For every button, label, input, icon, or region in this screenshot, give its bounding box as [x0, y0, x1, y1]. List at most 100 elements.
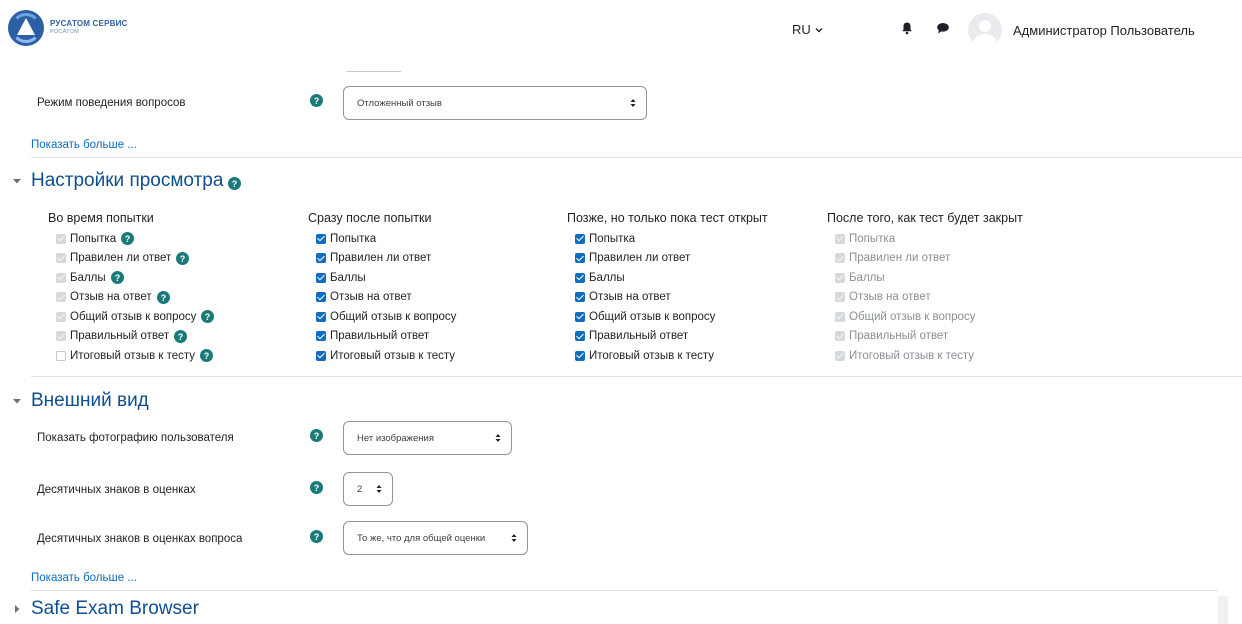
review-option: Попытка? — [56, 229, 214, 249]
chat-icon[interactable] — [936, 21, 950, 35]
review-option-label: Итоговый отзыв к тесту — [70, 349, 196, 362]
review-column: Во время попытки Попытка? Правилен ли отве… — [48, 211, 215, 366]
review-option: Итоговый отзыв к тесту? — [56, 346, 214, 366]
review-option[interactable]: Попытка — [316, 229, 456, 249]
previous-field-stub — [347, 68, 401, 72]
section-safe-exam-browser[interactable]: Safe Exam Browser — [12, 598, 199, 620]
help-icon[interactable]: ? — [310, 481, 323, 494]
checkbox[interactable] — [316, 292, 326, 303]
checkbox[interactable] — [575, 253, 585, 264]
show-photo-select[interactable]: Нет изображения — [343, 421, 512, 455]
review-option-label: Попытка — [330, 232, 377, 245]
review-option: Общий отзыв к вопросу — [835, 307, 1023, 327]
question-decimals-select[interactable]: То же, что для общей оценки — [343, 521, 528, 555]
help-icon[interactable]: ? — [174, 329, 188, 343]
divider — [31, 157, 1242, 158]
review-option[interactable]: Общий отзыв к вопросу — [316, 307, 456, 327]
review-option-label: Попытка — [849, 232, 896, 245]
caret-down-icon — [13, 179, 21, 184]
help-icon[interactable]: ? — [310, 94, 323, 107]
help-icon[interactable]: ? — [200, 349, 214, 363]
review-option-label: Правилен ли ответ — [70, 252, 172, 265]
decimals-select[interactable]: 2 — [343, 472, 393, 506]
review-option[interactable]: Попытка — [575, 229, 768, 249]
section-review-options[interactable]: Настройки просмотра ? — [12, 170, 242, 192]
help-icon[interactable]: ? — [310, 530, 323, 543]
show-more-link[interactable]: Показать больше ... — [31, 139, 137, 151]
review-option-label: Общий отзыв к вопросу — [849, 310, 976, 323]
review-option[interactable]: Правильный ответ — [575, 327, 768, 347]
divider — [31, 376, 1242, 377]
checkbox — [835, 292, 845, 303]
help-icon[interactable]: ? — [156, 290, 170, 304]
checkbox[interactable] — [316, 311, 326, 322]
checkbox[interactable] — [575, 233, 585, 244]
checkbox[interactable] — [316, 272, 326, 283]
review-option[interactable]: Итоговый отзыв к тесту — [575, 346, 768, 366]
checkbox[interactable] — [575, 350, 585, 361]
review-option-label: Баллы — [849, 271, 885, 284]
checkbox — [835, 253, 845, 264]
question-decimals-label: Десятичных знаков в оценках вопроса — [37, 533, 243, 545]
chevron-down-icon — [815, 27, 823, 32]
review-option[interactable]: Общий отзыв к вопросу — [575, 307, 768, 327]
divider — [31, 590, 1218, 591]
user-name[interactable]: Администратор Пользователь — [1013, 23, 1195, 38]
bell-icon[interactable] — [900, 21, 914, 35]
checkbox[interactable] — [316, 253, 326, 264]
show-more-link[interactable]: Показать больше ... — [31, 572, 137, 584]
checkbox — [835, 311, 845, 322]
help-icon[interactable]: ? — [110, 271, 124, 285]
avatar[interactable] — [968, 13, 1002, 47]
review-option-label: Правилен ли ответ — [589, 252, 691, 265]
review-option[interactable]: Отзыв на ответ — [316, 288, 456, 308]
review-option[interactable]: Итоговый отзыв к тесту — [316, 346, 456, 366]
language-menu[interactable]: RU — [792, 22, 823, 37]
svg-text:?: ? — [114, 273, 120, 283]
checkbox[interactable] — [316, 331, 326, 342]
help-icon[interactable]: ? — [201, 310, 215, 324]
review-option-label: Итоговый отзыв к тесту — [589, 349, 715, 362]
checkbox — [56, 272, 66, 283]
review-option-label: Баллы — [330, 271, 366, 284]
checkbox — [835, 350, 845, 361]
help-icon[interactable]: ? — [310, 429, 323, 442]
decimals-label: Десятичных знаков в оценках — [37, 484, 196, 496]
review-option-label: Правилен ли ответ — [330, 252, 432, 265]
checkbox[interactable] — [575, 292, 585, 303]
checkbox — [56, 350, 66, 361]
svg-text:?: ? — [314, 532, 320, 542]
svg-text:?: ? — [180, 254, 186, 264]
svg-text:?: ? — [125, 234, 131, 244]
review-option[interactable]: Баллы — [316, 268, 456, 288]
question-decimals-select-value: То же, что для общей оценки — [357, 532, 486, 544]
svg-text:?: ? — [314, 96, 320, 106]
scrollbar[interactable] — [1218, 596, 1228, 624]
checkbox[interactable] — [575, 331, 585, 342]
review-option-label: Итоговый отзыв к тесту — [330, 349, 456, 362]
review-option-label: Отзыв на ответ — [589, 291, 671, 304]
decimals-select-value: 2 — [357, 483, 363, 495]
select-caret-icon — [511, 534, 517, 542]
show-photo-select-value: Нет изображения — [357, 432, 435, 444]
review-option[interactable]: Отзыв на ответ — [575, 288, 768, 308]
review-option[interactable]: Баллы — [575, 268, 768, 288]
help-icon[interactable]: ? — [228, 176, 242, 190]
review-option-label: Общий отзыв к вопросу — [330, 310, 457, 323]
behaviour-select[interactable]: Отложенный отзыв — [343, 86, 647, 120]
select-caret-icon — [495, 434, 501, 442]
site-logo[interactable]: РУСАТОМ СЕРВИС РОСАТОМ — [8, 10, 128, 46]
checkbox[interactable] — [575, 272, 585, 283]
caret-down-icon — [13, 399, 21, 404]
review-option[interactable]: Правильный ответ — [316, 327, 456, 347]
section-appearance[interactable]: Внешний вид — [12, 390, 149, 412]
help-icon[interactable]: ? — [176, 251, 190, 265]
checkbox[interactable] — [575, 311, 585, 322]
review-option[interactable]: Правилен ли ответ — [575, 249, 768, 269]
review-column: Сразу после попытки Попытка Правилен ли от… — [308, 211, 456, 366]
section-title: Safe Exam Browser — [31, 598, 199, 619]
checkbox[interactable] — [316, 233, 326, 244]
checkbox[interactable] — [316, 350, 326, 361]
review-option[interactable]: Правилен ли ответ — [316, 249, 456, 269]
help-icon[interactable]: ? — [121, 232, 135, 246]
